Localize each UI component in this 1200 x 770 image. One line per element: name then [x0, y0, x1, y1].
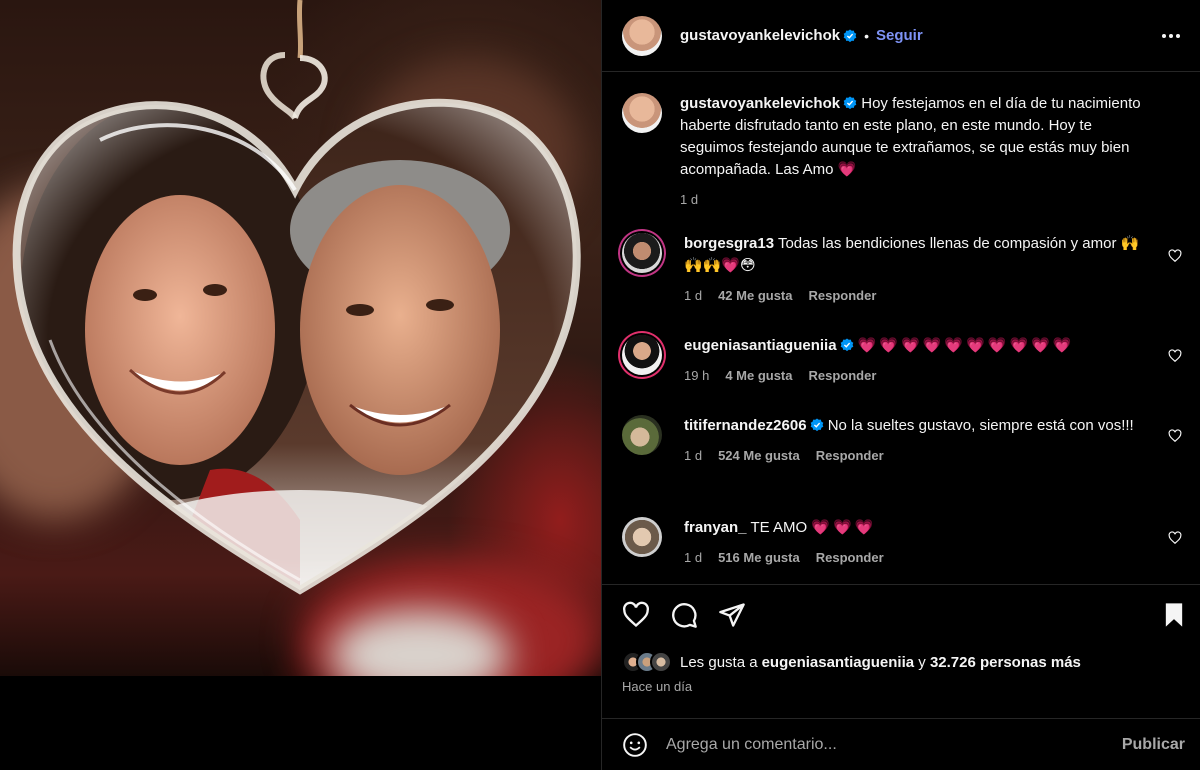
liker-avatars[interactable]: [622, 651, 672, 673]
verified-badge-icon: [840, 338, 853, 352]
comment-input[interactable]: Agrega un comentario...: [666, 736, 1122, 754]
comment-emoji: 💗💗💗💗💗💗💗💗💗💗: [857, 337, 1075, 354]
comment-username[interactable]: borgesgra13: [684, 235, 774, 252]
comment-time[interactable]: 19 h: [684, 365, 709, 387]
comment-avatar[interactable]: [622, 517, 662, 557]
caption-avatar[interactable]: [622, 93, 662, 133]
likes-prefix: Les gusta a: [680, 653, 758, 671]
comment-avatar[interactable]: [622, 233, 662, 273]
caption-username[interactable]: gustavoyankelevichok: [680, 95, 840, 112]
likes-middle: y: [914, 653, 930, 671]
comment-text: TE AMO: [750, 519, 812, 536]
likes-user[interactable]: eugeniasantiagueniia: [762, 654, 915, 671]
caption-time[interactable]: 1 d: [680, 189, 698, 211]
comment-likes[interactable]: 42 Me gusta: [718, 285, 792, 307]
comment-likes[interactable]: 524 Me gusta: [718, 445, 800, 467]
comment-bubble-icon[interactable]: [670, 601, 698, 629]
comment-likes[interactable]: 516 Me gusta: [718, 547, 800, 569]
post-details-panel: gustavoyankelevichok • Seguir gustavoyan…: [601, 0, 1200, 770]
saved-bookmark-icon[interactable]: [1160, 601, 1188, 629]
comment-item: franyan_ TE AMO 💗💗💗 1 d 516 Me gusta Res…: [622, 517, 1182, 569]
comment-time[interactable]: 1 d: [684, 445, 702, 467]
reply-button[interactable]: Responder: [809, 285, 877, 307]
comment-time[interactable]: 1 d: [684, 285, 702, 307]
publish-button[interactable]: Publicar: [1122, 736, 1185, 754]
author-avatar[interactable]: [622, 15, 662, 56]
verified-badge-icon: [810, 418, 823, 432]
comment-time[interactable]: 1 d: [684, 547, 702, 569]
more-options-icon[interactable]: [1159, 24, 1183, 48]
verified-badge-icon: [843, 28, 857, 42]
reply-button[interactable]: Responder: [816, 445, 884, 467]
comment-emoji: 💗💗💗: [811, 519, 877, 536]
reply-button[interactable]: Responder: [809, 365, 877, 387]
add-comment-bar: Agrega un comentario... Publicar: [602, 718, 1200, 770]
post-time-ago[interactable]: Hace un día: [622, 679, 692, 694]
emoji-icon[interactable]: [622, 732, 648, 758]
comment-item: titifernandez2606 No la sueltes gustavo,…: [622, 415, 1182, 467]
comment-likes[interactable]: 4 Me gusta: [725, 365, 792, 387]
verified-badge-icon: [843, 96, 857, 110]
likes-count[interactable]: 32.726 personas más: [930, 654, 1081, 671]
comment-text: No la sueltes gustavo, siempre está con …: [827, 417, 1134, 434]
like-comment-heart-icon[interactable]: [1168, 249, 1182, 263]
comment-avatar[interactable]: [622, 335, 662, 375]
comments-list[interactable]: gustavoyankelevichok Hoy festejamos en e…: [602, 73, 1200, 583]
pendant-string: [296, 0, 304, 59]
post-actions: Les gusta a eugeniasantiagueniia y 32.72…: [602, 584, 1200, 770]
comment-text: Todas las bendiciones llenas de compasió…: [777, 235, 1121, 252]
likes-summary: Les gusta a eugeniasantiagueniia y 32.72…: [622, 651, 1081, 673]
post-media: [0, 0, 601, 770]
comment-username[interactable]: titifernandez2606: [684, 417, 807, 434]
caption-emoji: 💗: [837, 161, 857, 178]
caption: gustavoyankelevichok Hoy festejamos en e…: [622, 93, 1182, 211]
comment-username[interactable]: franyan_: [684, 519, 747, 536]
author-username[interactable]: gustavoyankelevichok: [680, 27, 840, 44]
comment-item: eugeniasantiagueniia 💗💗💗💗💗💗💗💗💗💗 19 h 4 M…: [622, 335, 1182, 387]
post-header: gustavoyankelevichok • Seguir: [602, 0, 1200, 72]
like-comment-heart-icon[interactable]: [1168, 531, 1182, 545]
separator-dot: •: [864, 27, 869, 44]
comment-avatar[interactable]: [622, 415, 662, 455]
like-comment-heart-icon[interactable]: [1168, 349, 1182, 363]
comment-item: borgesgra13 Todas las bendiciones llenas…: [622, 233, 1182, 307]
glass-heart-pendant: [12, 0, 581, 595]
comment-username[interactable]: eugeniasantiagueniia: [684, 337, 837, 354]
share-send-icon[interactable]: [718, 601, 746, 629]
post-photo[interactable]: [0, 0, 601, 676]
follow-button[interactable]: Seguir: [876, 27, 923, 44]
like-heart-icon[interactable]: [622, 601, 650, 629]
pendant-loop: [260, 52, 298, 120]
reply-button[interactable]: Responder: [816, 547, 884, 569]
like-comment-heart-icon[interactable]: [1168, 429, 1182, 443]
